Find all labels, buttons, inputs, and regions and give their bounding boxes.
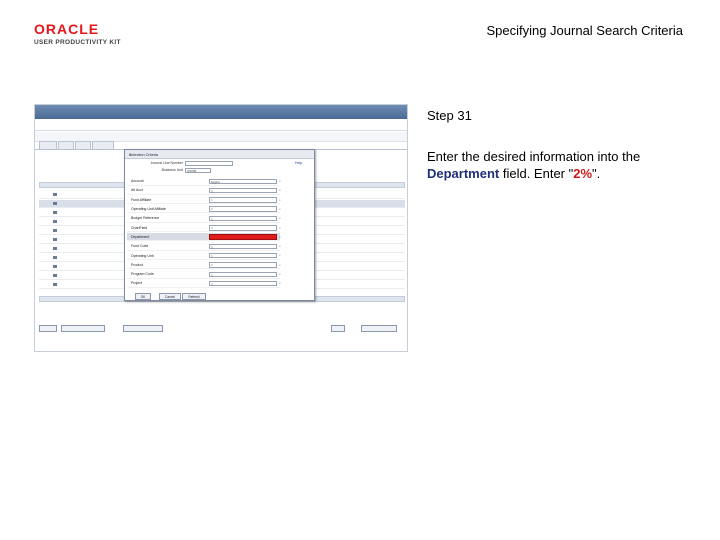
- criteria-value-input[interactable]: =: [209, 215, 277, 222]
- criteria-row: Operating Unit = ⌕: [127, 251, 281, 260]
- criteria-field-label: Program Code: [131, 272, 154, 277]
- criteria-value-input[interactable]: =: [209, 225, 277, 231]
- lookup-icon[interactable]: ⌕: [279, 281, 281, 285]
- criteria-field-label: Account: [131, 179, 144, 184]
- criteria-value-input[interactable]: =: [209, 197, 277, 203]
- criteria-row: Program Code = ⌕: [127, 270, 281, 279]
- instruction-value: 2%: [573, 166, 593, 181]
- page-tabs: [35, 141, 407, 149]
- instruction-field-name: Department: [427, 166, 500, 181]
- tab[interactable]: [39, 141, 57, 149]
- business-unit-input[interactable]: US005: [185, 168, 211, 173]
- criteria-value-input[interactable]: =: [209, 280, 277, 287]
- criteria-row: Product = ⌕: [127, 261, 281, 270]
- instruction-part: field. Enter ": [499, 166, 574, 181]
- help-link[interactable]: Help: [295, 161, 302, 165]
- tab[interactable]: [75, 141, 91, 149]
- tab[interactable]: [92, 141, 114, 149]
- criteria-row: Budget Reference = ⌕: [127, 214, 281, 223]
- logo-oracle-text: ORACLE: [34, 21, 100, 37]
- bottom-button[interactable]: [361, 325, 397, 332]
- top-navigation-bar: [35, 105, 407, 119]
- document-title: Specifying Journal Search Criteria: [486, 23, 683, 38]
- criteria-row: Fund Code = ⌕: [127, 242, 281, 251]
- selection-criteria-dialog: Selection Criteria × Help Journal Line N…: [124, 149, 315, 301]
- criteria-row: ChartField = ⌕: [127, 224, 281, 233]
- lookup-icon[interactable]: ⌕: [279, 207, 281, 211]
- criteria-row: Project = ⌕: [127, 279, 281, 288]
- oracle-upk-logo: ORACLE USER PRODUCTIVITY KIT: [34, 22, 134, 46]
- criteria-field-label: Budget Reference: [131, 216, 160, 221]
- bottom-button[interactable]: [61, 325, 105, 332]
- row-select-icon[interactable]: [53, 202, 57, 205]
- department-value-input[interactable]: [209, 234, 277, 240]
- criteria-value-input[interactable]: =: [209, 243, 277, 250]
- lookup-icon[interactable]: ⌕: [279, 226, 281, 230]
- criteria-field-label: ChartField: [131, 225, 148, 230]
- row-select-icon[interactable]: [53, 274, 57, 277]
- criteria-field-label: Project: [131, 281, 142, 286]
- slide: ORACLE USER PRODUCTIVITY KIT Specifying …: [0, 0, 720, 540]
- criteria-row: Alt Acct = ⌕: [127, 186, 281, 195]
- lookup-icon[interactable]: ⌕: [279, 263, 281, 267]
- tab[interactable]: [58, 141, 74, 149]
- row-select-icon[interactable]: [53, 256, 57, 259]
- criteria-value-input[interactable]: =: [209, 252, 277, 259]
- cancel-button[interactable]: Cancel: [159, 293, 181, 300]
- bottom-button[interactable]: [331, 325, 345, 332]
- bottom-button[interactable]: [123, 325, 163, 332]
- criteria-field-label: Fund Code: [131, 244, 149, 249]
- criteria-row: Account begins ⌕: [127, 177, 281, 186]
- criteria-field-label: Operating Unit: [131, 253, 154, 258]
- criteria-value-input[interactable]: =: [209, 262, 277, 268]
- instruction-part: Enter the desired information into the: [427, 149, 641, 164]
- step-number: Step 31: [427, 108, 472, 123]
- refresh-button[interactable]: Refresh: [182, 293, 206, 300]
- totals-row: [39, 308, 405, 316]
- row-select-icon[interactable]: [53, 220, 57, 223]
- criteria-value-input[interactable]: =: [209, 206, 277, 212]
- row-select-icon[interactable]: [53, 283, 57, 286]
- lookup-icon[interactable]: ⌕: [279, 253, 281, 257]
- criteria-field-label: Department: [131, 234, 150, 239]
- row-select-icon[interactable]: [53, 238, 57, 241]
- lookup-icon[interactable]: ⌕: [279, 216, 281, 220]
- dialog-titlebar: Selection Criteria ×: [125, 150, 314, 159]
- journal-line-number-input[interactable]: [185, 161, 233, 166]
- lookup-icon[interactable]: ⌕: [279, 244, 281, 248]
- lookup-icon[interactable]: ⌕: [279, 272, 281, 276]
- bottom-button[interactable]: [39, 325, 57, 332]
- lookup-icon[interactable]: ⌕: [279, 198, 281, 202]
- criteria-value-input[interactable]: begins: [209, 178, 277, 185]
- criteria-field-label: Alt Acct: [131, 188, 143, 193]
- criteria-row: Fund Affiliate = ⌕: [127, 196, 281, 205]
- lookup-icon[interactable]: ⌕: [279, 188, 281, 192]
- criteria-field-label: Operating Unit Affiliate: [131, 207, 166, 212]
- row-select-icon[interactable]: [53, 211, 57, 214]
- journal-line-number-label: Journal Line Number: [150, 161, 184, 165]
- business-unit-label: Business Unit: [161, 168, 183, 172]
- ok-button[interactable]: OK: [135, 293, 151, 300]
- criteria-value-input[interactable]: =: [209, 271, 277, 278]
- instruction-part: ".: [592, 166, 601, 181]
- row-select-icon[interactable]: [53, 247, 57, 250]
- row-select-icon[interactable]: [53, 229, 57, 232]
- application-header: [35, 119, 407, 131]
- row-select-icon[interactable]: [53, 193, 57, 196]
- criteria-value-input[interactable]: =: [209, 187, 277, 194]
- close-icon[interactable]: ×: [129, 153, 311, 157]
- criteria-row: Operating Unit Affiliate = ⌕: [127, 205, 281, 214]
- lookup-icon[interactable]: ⌕: [279, 235, 281, 239]
- bottom-button-row: [39, 325, 405, 333]
- criteria-row: Department ⌕: [127, 232, 281, 242]
- instruction-text: Enter the desired information into the D…: [427, 148, 687, 182]
- criteria-field-label: Product: [131, 262, 144, 267]
- application-screenshot: Selection Criteria × Help Journal Line N…: [34, 104, 408, 352]
- logo-upk-text: USER PRODUCTIVITY KIT: [34, 39, 121, 46]
- row-select-icon[interactable]: [53, 265, 57, 268]
- criteria-field-label: Fund Affiliate: [131, 197, 152, 202]
- lookup-icon[interactable]: ⌕: [279, 179, 281, 183]
